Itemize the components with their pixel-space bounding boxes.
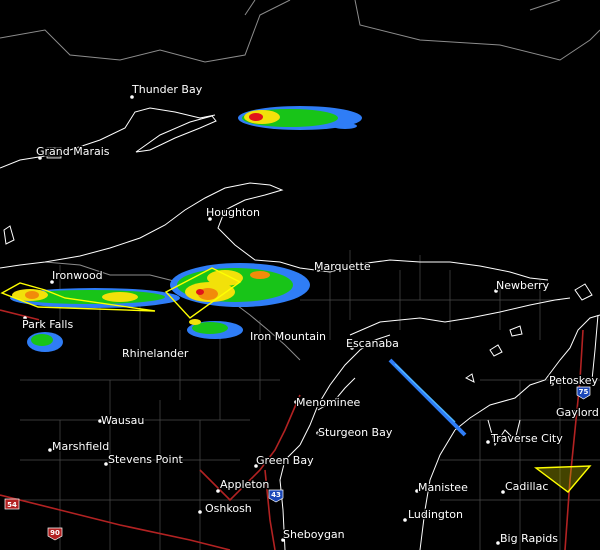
svg-text:Stevens Point: Stevens Point <box>108 453 184 466</box>
city-sheboygan: Sheboygan <box>281 527 346 542</box>
svg-text:Ironwood: Ironwood <box>52 269 103 282</box>
shield-hwy-54: 54 <box>4 498 20 510</box>
city-green-bay: Green Bay <box>254 453 315 468</box>
svg-text:Menominee: Menominee <box>296 396 360 409</box>
svg-text:Sheboygan: Sheboygan <box>283 528 345 541</box>
city-appleton: Appleton <box>216 477 271 493</box>
city-gaylord: Gaylord <box>555 405 600 421</box>
svg-text:Park Falls: Park Falls <box>22 318 73 331</box>
city-thunder-bay: Thunder Bay <box>130 82 204 99</box>
radar-map: 61 75 43 54 90 Thunder Bay Grand Marais … <box>0 0 600 550</box>
city-park-falls: Park Falls <box>21 316 75 332</box>
svg-text:90: 90 <box>50 529 60 537</box>
svg-text:Gaylord: Gaylord <box>556 406 599 419</box>
svg-text:Sturgeon Bay: Sturgeon Bay <box>318 426 393 439</box>
svg-text:Iron Mountain: Iron Mountain <box>250 330 326 343</box>
svg-text:Manistee: Manistee <box>418 481 468 494</box>
city-wausau: Wausau <box>98 413 146 428</box>
city-ironwood: Ironwood <box>50 268 104 284</box>
city-grand-marais: Grand Marais <box>35 144 111 160</box>
city-escanaba: Escanaba <box>345 336 400 352</box>
svg-text:Traverse City: Traverse City <box>490 432 563 445</box>
city-big-rapids: Big Rapids <box>496 531 559 546</box>
city-oshkosh: Oshkosh <box>198 501 253 516</box>
svg-text:Big Rapids: Big Rapids <box>500 532 558 545</box>
svg-text:Grand Marais: Grand Marais <box>36 145 110 158</box>
svg-text:Newberry: Newberry <box>496 279 550 292</box>
city-menominee: Menominee <box>294 395 362 410</box>
city-marquette: Marquette <box>313 259 372 275</box>
svg-text:Green Bay: Green Bay <box>256 454 314 467</box>
city-newberry: Newberry <box>494 278 551 293</box>
svg-text:Rhinelander: Rhinelander <box>122 347 189 360</box>
city-cadillac: Cadillac <box>501 479 550 494</box>
svg-text:75: 75 <box>579 388 589 396</box>
svg-text:54: 54 <box>7 501 17 509</box>
highway-shields: 61 75 43 54 90 <box>4 147 591 541</box>
svg-text:Houghton: Houghton <box>206 206 260 219</box>
svg-text:Petoskey: Petoskey <box>549 374 599 387</box>
svg-text:Cadillac: Cadillac <box>505 480 548 493</box>
svg-text:Appleton: Appleton <box>220 478 269 491</box>
svg-text:Marshfield: Marshfield <box>52 440 109 453</box>
city-labels: Thunder Bay Grand Marais Houghton Ironwo… <box>21 82 600 547</box>
city-houghton: Houghton <box>205 205 261 221</box>
shield-i-43: 43 <box>268 489 284 503</box>
city-stevens-point: Stevens Point <box>104 452 185 467</box>
city-sturgeon-bay: Sturgeon Bay <box>316 425 394 440</box>
city-iron-mountain: Iron Mountain <box>249 329 327 345</box>
city-ludington: Ludington <box>403 507 464 522</box>
svg-text:Thunder Bay: Thunder Bay <box>131 83 203 96</box>
svg-text:Marquette: Marquette <box>314 260 371 273</box>
svg-text:Escanaba: Escanaba <box>346 337 399 350</box>
city-marshfield: Marshfield <box>48 439 110 454</box>
svg-text:43: 43 <box>271 491 281 499</box>
city-manistee: Manistee <box>415 480 469 495</box>
city-traverse-city: Traverse City <box>486 431 564 446</box>
city-rhinelander: Rhinelander <box>121 346 190 362</box>
map-canvas: 61 75 43 54 90 Thunder Bay Grand Marais … <box>0 0 600 550</box>
svg-text:Ludington: Ludington <box>408 508 463 521</box>
svg-text:Wausau: Wausau <box>101 414 144 427</box>
svg-text:Oshkosh: Oshkosh <box>205 502 252 515</box>
city-petoskey: Petoskey <box>548 373 600 389</box>
